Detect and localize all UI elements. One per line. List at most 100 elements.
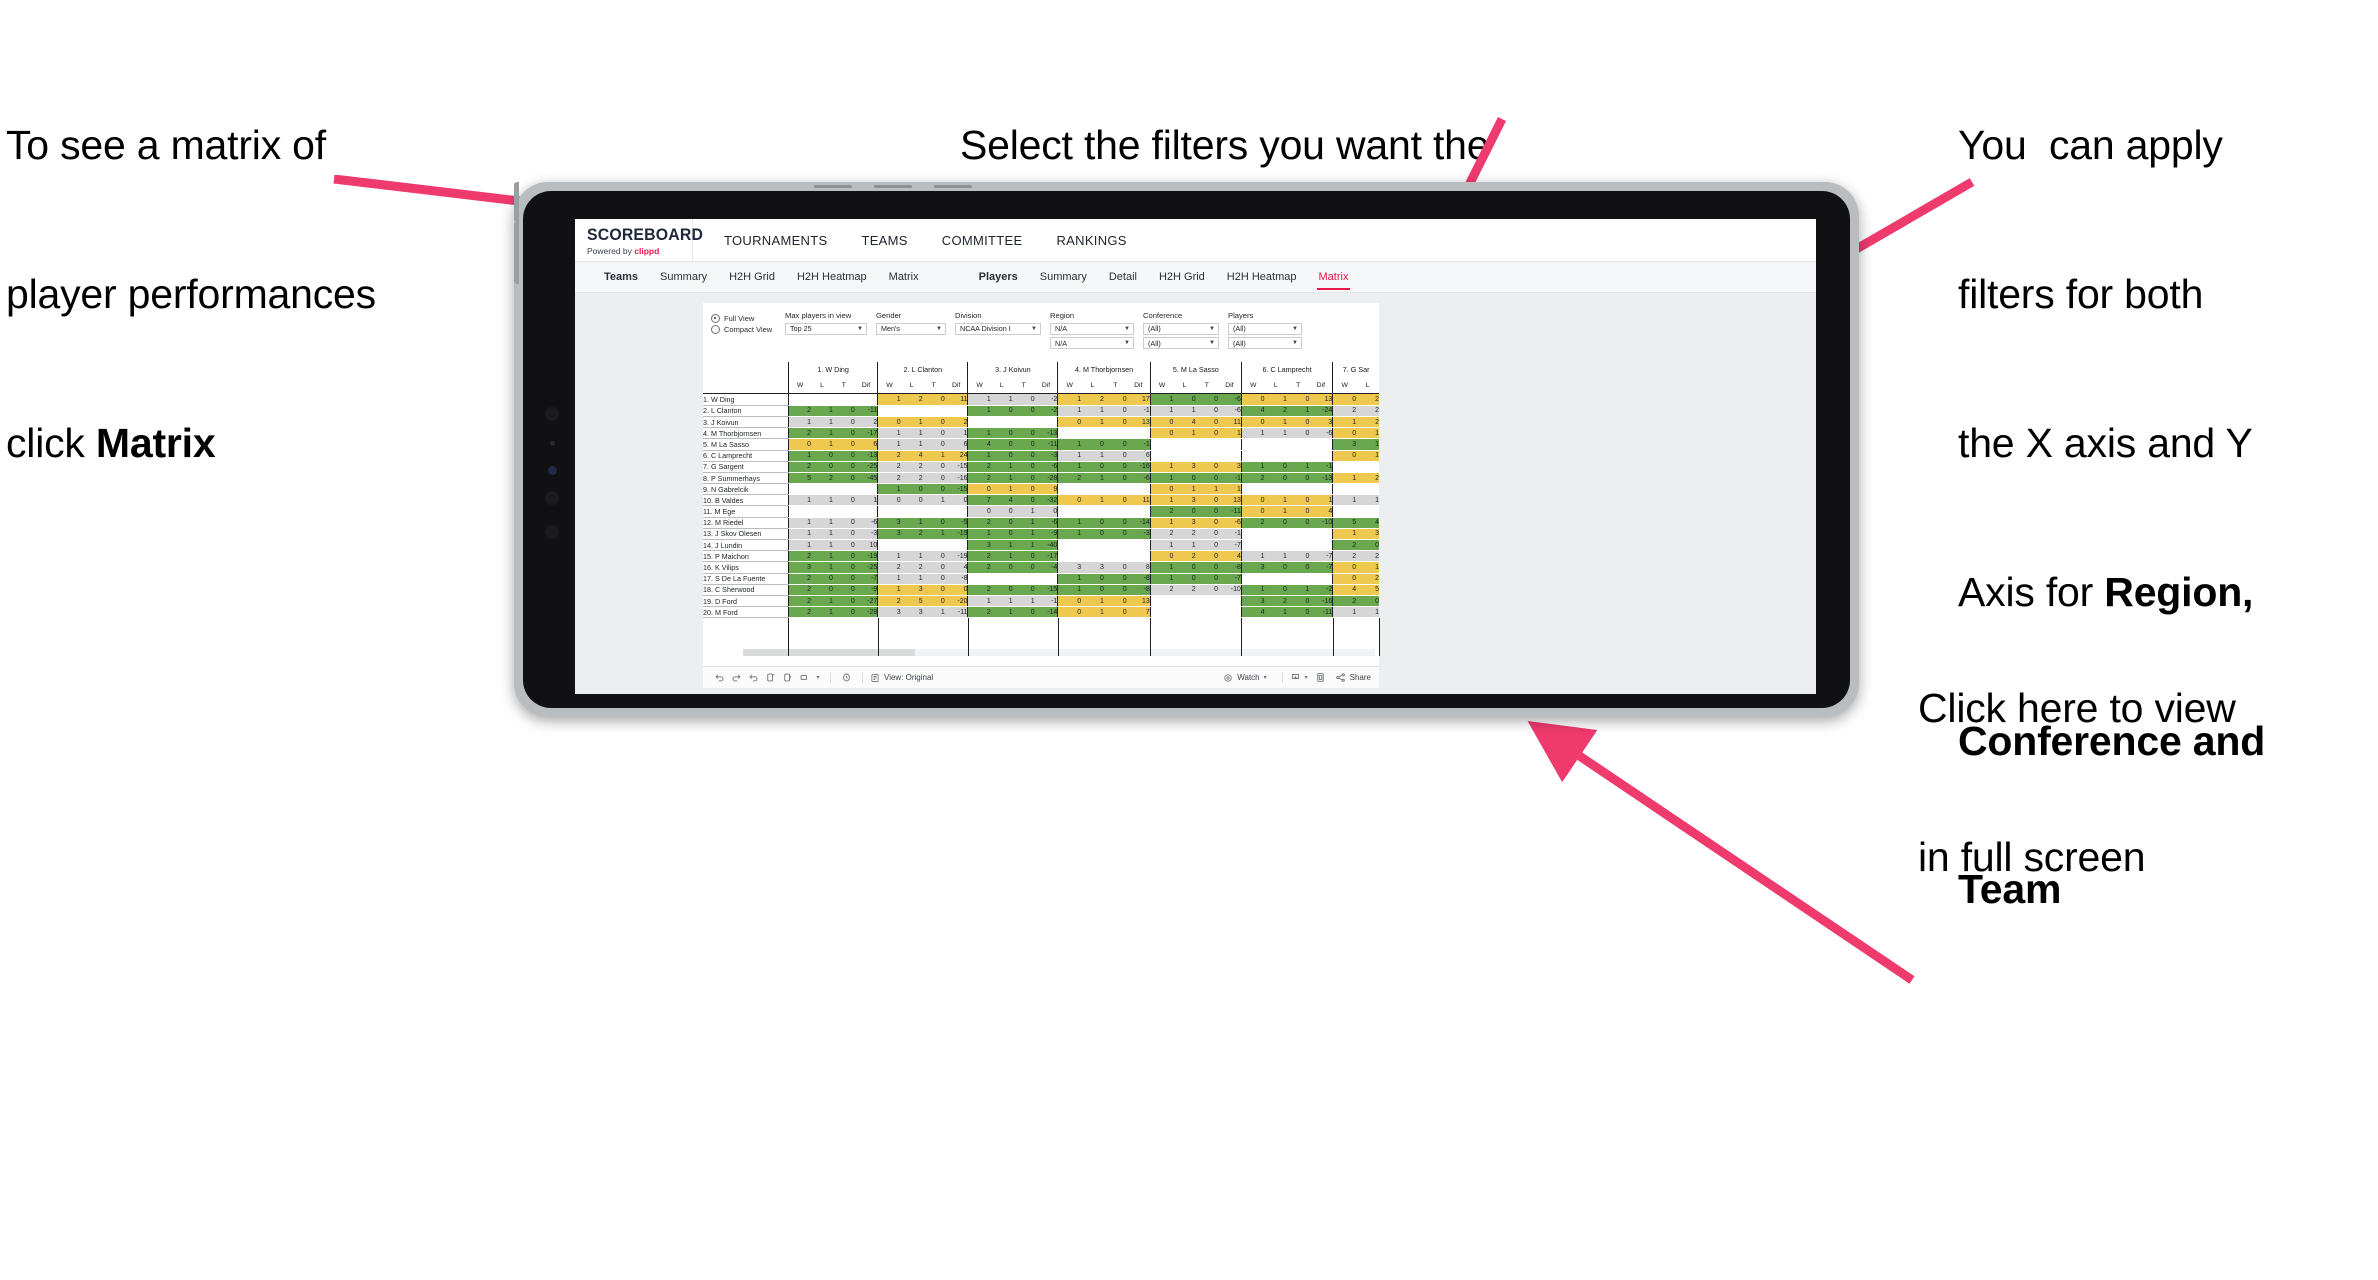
matrix-cell[interactable]: 0 [1081, 584, 1104, 596]
pause-auto-update-icon[interactable] [779, 672, 796, 683]
matrix-cell[interactable]: 1 [1309, 494, 1333, 507]
matrix-cell[interactable]: 0 [1081, 461, 1104, 473]
matrix-cell[interactable]: 1 [990, 461, 1013, 473]
matrix-cell[interactable]: 1 [922, 528, 945, 541]
matrix-cell[interactable]: -8 [1126, 584, 1151, 596]
matrix-cell[interactable]: 0 [1195, 461, 1219, 473]
matrix-cell[interactable]: 1 [811, 405, 833, 417]
matrix-row[interactable]: 5. M La Sasso 0 1 0 6 1 1 0 6 4 0 0 -11 1 0 0 -1 3 1 [703, 438, 1379, 451]
matrix-cell[interactable]: 3 [877, 528, 901, 541]
matrix-cell[interactable]: 1 [811, 539, 833, 552]
matrix-cell[interactable]: 0 [1103, 438, 1127, 451]
matrix-cell[interactable]: -10 [1309, 517, 1333, 529]
matrix-cell[interactable]: 2 [1173, 528, 1196, 541]
matrix-cell[interactable]: 2 [787, 427, 812, 440]
matrix-cell[interactable]: -10 [1218, 584, 1242, 596]
matrix-cell[interactable]: 1 [1057, 450, 1082, 462]
matrix-cell[interactable]: 1 [1356, 494, 1379, 507]
matrix-cell[interactable]: 0 [1173, 561, 1196, 574]
matrix-cell[interactable]: 1 [990, 595, 1013, 608]
matrix-row[interactable]: 11. M Ege 0 0 1 0 2 0 0 -11 0 1 0 4 [703, 505, 1379, 518]
matrix-cell[interactable]: 1 [990, 606, 1013, 619]
matrix-cell[interactable]: 0 [990, 517, 1013, 529]
matrix-cell[interactable]: 1 [1218, 483, 1242, 496]
matrix-cell[interactable]: 0 [832, 517, 855, 529]
matrix-row[interactable]: 20. M Ford 2 1 0 -28 3 3 1 -11 2 1 0 -14 0 1 0 7 4 1 0 -11 1 1 [703, 606, 1379, 619]
matrix-cell[interactable]: 0 [990, 405, 1013, 417]
matrix-column-header[interactable]: 3. J Koivun [967, 361, 1058, 378]
matrix-cell[interactable]: -2 [1034, 394, 1058, 406]
matrix-cell[interactable]: 0 [811, 461, 833, 473]
matrix-cell[interactable]: 1 [1081, 450, 1104, 462]
matrix-cell[interactable]: 2 [877, 561, 901, 574]
matrix-cell[interactable]: 0 [990, 584, 1013, 596]
matrix-cell[interactable]: 1 [1149, 539, 1174, 552]
matrix-cell[interactable]: 1 [1356, 561, 1379, 574]
matrix-cell[interactable]: 0 [990, 450, 1013, 462]
matrix-cell[interactable]: 0 [1286, 550, 1310, 563]
subnav-teams-h2h-heatmap[interactable]: H2H Heatmap [786, 262, 878, 292]
matrix-cell[interactable]: 0 [1195, 517, 1219, 529]
matrix-cell[interactable]: 4 [990, 494, 1013, 507]
matrix-cell[interactable]: 3 [900, 606, 923, 619]
matrix-cell[interactable]: 3 [1173, 517, 1196, 529]
filter-conference-x-select[interactable]: (All) ▼ [1143, 322, 1219, 335]
matrix-cell[interactable]: 0 [1195, 405, 1219, 417]
matrix-cell[interactable]: 0 [832, 494, 855, 507]
matrix-cell[interactable]: -13 [1034, 427, 1058, 440]
matrix-cell[interactable]: 0 [877, 416, 901, 429]
matrix-cell[interactable]: 0 [832, 606, 855, 619]
matrix-cell[interactable]: 3 [1173, 461, 1196, 473]
matrix-cell[interactable]: 0 [1173, 472, 1196, 485]
matrix-cell[interactable]: 4 [900, 450, 923, 462]
matrix-cell[interactable]: 3 [1240, 561, 1265, 574]
matrix-cell[interactable]: 0 [944, 584, 968, 596]
matrix-cell[interactable]: 3 [967, 539, 991, 552]
matrix-cell[interactable]: 3 [877, 517, 901, 529]
matrix-row-label[interactable]: 17. S De La Fuente [703, 573, 789, 585]
matrix-cell[interactable]: 1 [1264, 550, 1287, 563]
matrix-cell[interactable]: -1 [1218, 528, 1242, 541]
matrix-cell[interactable]: 1 [1057, 517, 1082, 529]
matrix-cell[interactable]: 1 [1149, 405, 1174, 417]
matrix-row-label[interactable]: 7. G Sargent [703, 461, 789, 473]
matrix-cell[interactable]: 0 [1286, 606, 1310, 619]
matrix-row-label[interactable]: 18. C Sherwood [703, 584, 789, 596]
matrix-cell[interactable]: 9 [1034, 483, 1058, 496]
matrix-cell[interactable]: -11 [854, 405, 878, 417]
matrix-cell[interactable]: 0 [832, 438, 855, 451]
matrix-row[interactable]: 1. W Ding 1 2 0 11 1 1 0 -2 1 2 0 17 1 0 0 -6 0 1 0 13 0 2 [703, 394, 1379, 406]
matrix-cell[interactable]: 1 [1356, 427, 1379, 440]
matrix-cell[interactable]: 0 [922, 595, 945, 608]
matrix-cell[interactable]: 0 [1103, 394, 1127, 406]
matrix-cell[interactable]: -14 [1126, 517, 1151, 529]
matrix-cell[interactable]: 1 [1332, 472, 1357, 485]
matrix-cell[interactable]: 3 [1240, 595, 1265, 608]
matrix-cell[interactable]: 1 [967, 595, 991, 608]
matrix-cell[interactable]: 1 [1356, 438, 1379, 451]
matrix-cell[interactable]: -1 [1309, 461, 1333, 473]
matrix-cell[interactable]: 1 [787, 539, 812, 552]
matrix-cell[interactable]: 0 [944, 494, 968, 507]
matrix-cell[interactable]: 1 [1356, 606, 1379, 619]
matrix-row-label[interactable]: 2. L Clanton [703, 405, 789, 417]
matrix-cell[interactable]: 0 [811, 573, 833, 585]
matrix-cell[interactable]: 0 [832, 405, 855, 417]
matrix-cell[interactable]: 2 [1264, 405, 1287, 417]
matrix-row-label[interactable]: 9. N Gabrelcik [703, 483, 789, 496]
matrix-cell[interactable]: 0 [922, 472, 945, 485]
matrix-cell[interactable]: 2 [1356, 550, 1379, 563]
matrix-cell[interactable]: 0 [1012, 606, 1035, 619]
matrix-cell[interactable]: 1 [1149, 573, 1174, 585]
clock-history-icon[interactable] [838, 672, 855, 683]
matrix-cell[interactable]: 1 [811, 517, 833, 529]
matrix-cell[interactable]: -8 [1126, 573, 1151, 585]
matrix-cell[interactable]: 3 [1332, 438, 1357, 451]
matrix-cell[interactable]: 1 [877, 427, 901, 440]
filter-region-x-select[interactable]: N/A ▼ [1050, 322, 1134, 335]
matrix-cell[interactable]: 2 [787, 595, 812, 608]
share-button[interactable]: Share [1335, 672, 1371, 683]
matrix-cell[interactable]: 0 [1173, 573, 1196, 585]
matrix-cell[interactable]: 2 [1356, 405, 1379, 417]
matrix-row-label[interactable]: 6. C Lamprecht [703, 450, 789, 462]
